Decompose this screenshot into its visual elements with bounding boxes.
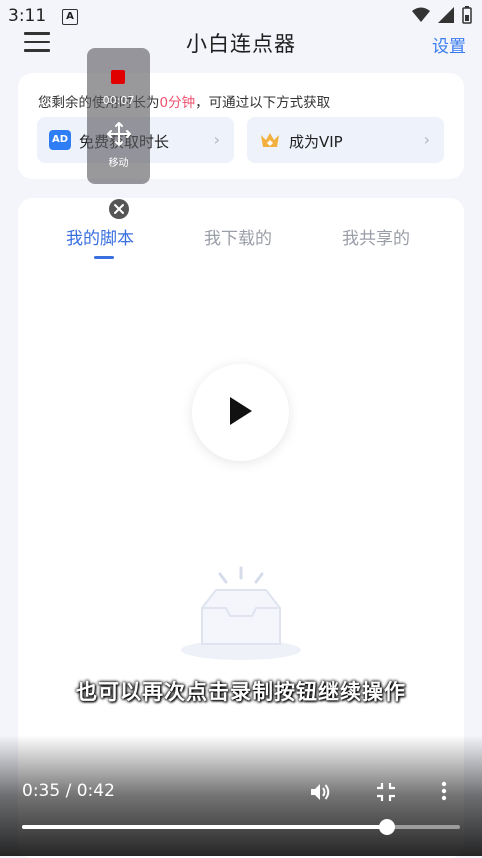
app-title: 小白连点器 <box>186 32 296 56</box>
exit-fullscreen-icon[interactable] <box>374 780 398 804</box>
video-subtitle: 也可以再次点击录制按钮继续操作 <box>76 680 406 704</box>
video-progress-fill <box>22 825 387 829</box>
more-options-icon[interactable] <box>440 779 448 803</box>
video-progress-bar[interactable] <box>22 819 460 835</box>
close-icon[interactable] <box>109 199 129 219</box>
tab-downloaded[interactable]: 我下载的 <box>204 224 272 249</box>
status-icons <box>412 6 472 24</box>
ad-icon: AD <box>49 130 71 150</box>
video-progress-thumb[interactable] <box>378 819 395 835</box>
stop-record-button[interactable] <box>111 70 125 84</box>
chevron-right-icon: › <box>213 130 220 149</box>
tab-my-scripts[interactable]: 我的脚本 <box>66 224 134 249</box>
crown-icon <box>261 133 279 147</box>
move-icon[interactable] <box>107 122 131 146</box>
move-label: 移动 <box>108 158 129 169</box>
settings-button[interactable]: 设置 <box>432 32 466 57</box>
chevron-right-icon: › <box>423 130 430 149</box>
vip-label: 成为VIP <box>289 133 343 151</box>
video-time-display: 0:35 / 0:42 <box>22 781 115 801</box>
remaining-time: 0分钟 <box>159 95 196 111</box>
record-timer: 00:07 <box>102 94 135 107</box>
signal-icon <box>438 7 454 23</box>
status-time: 3:11 <box>8 6 47 26</box>
usage-notice: 您剩余的使用时长为0分钟，可通过以下方式获取 <box>38 91 330 111</box>
play-icon <box>230 397 252 425</box>
floating-recorder-panel[interactable]: 00:07 移动 <box>87 48 150 184</box>
app-header: 小白连点器 设置 <box>0 24 482 64</box>
tab-shared[interactable]: 我共享的 <box>342 224 410 249</box>
accessibility-badge-icon: A <box>62 9 78 25</box>
battery-icon <box>462 6 472 24</box>
wifi-icon <box>412 7 430 22</box>
empty-inbox-icon <box>181 566 301 660</box>
vip-button[interactable]: 成为VIP › <box>247 117 444 163</box>
volume-icon[interactable] <box>308 780 332 804</box>
active-tab-indicator <box>94 256 114 259</box>
usage-card: 您剩余的使用时长为0分钟，可通过以下方式获取 AD 免费获取时长 › 成为VIP… <box>18 73 464 179</box>
usage-notice-suffix: ，可通过以下方式获取 <box>195 95 331 111</box>
play-button[interactable] <box>192 364 289 461</box>
